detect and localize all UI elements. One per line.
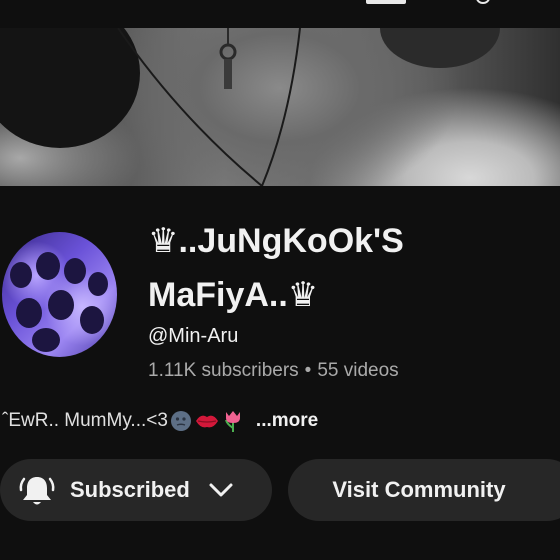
more-link[interactable]: ...more [256,410,318,432]
channel-description[interactable]: ˆEwR.. MumMy...<3 ...more [2,409,318,433]
new-moon-face-icon [170,411,191,431]
video-count: 55 videos [317,360,399,381]
search-icon[interactable] [476,0,490,4]
top-app-bar [0,0,560,28]
channel-handle: @Min-Aru [148,325,239,347]
channel-title-line2: MaFiyA..♛ [148,276,319,314]
tulip-icon [224,411,240,432]
channel-avatar[interactable] [2,232,117,357]
chevron-down-icon [209,483,233,497]
lips-kiss-icon [195,415,218,428]
channel-stats: 1.11K subscribers • 55 videos [148,360,399,382]
subscribed-label: Subscribed [70,477,190,502]
channel-title: ♛..JuNgKoOk'S MaFiyA..♛ [148,214,548,322]
subscribed-button[interactable]: Subscribed [0,459,272,521]
visit-community-label: Visit Community [332,477,506,502]
bell-icon [19,477,55,505]
banner-necklace-image [117,28,301,186]
description-text: ˆEwR.. MumMy...<3 [2,410,168,431]
channel-banner [0,28,560,186]
visit-community-button[interactable]: Visit Community [288,459,560,521]
subscriber-count: 1.11K subscribers [148,360,299,381]
channel-title-line1: ♛..JuNgKoOk'S [148,222,404,260]
topbar-cropped-label [366,0,406,4]
stats-separator: • [304,360,312,381]
